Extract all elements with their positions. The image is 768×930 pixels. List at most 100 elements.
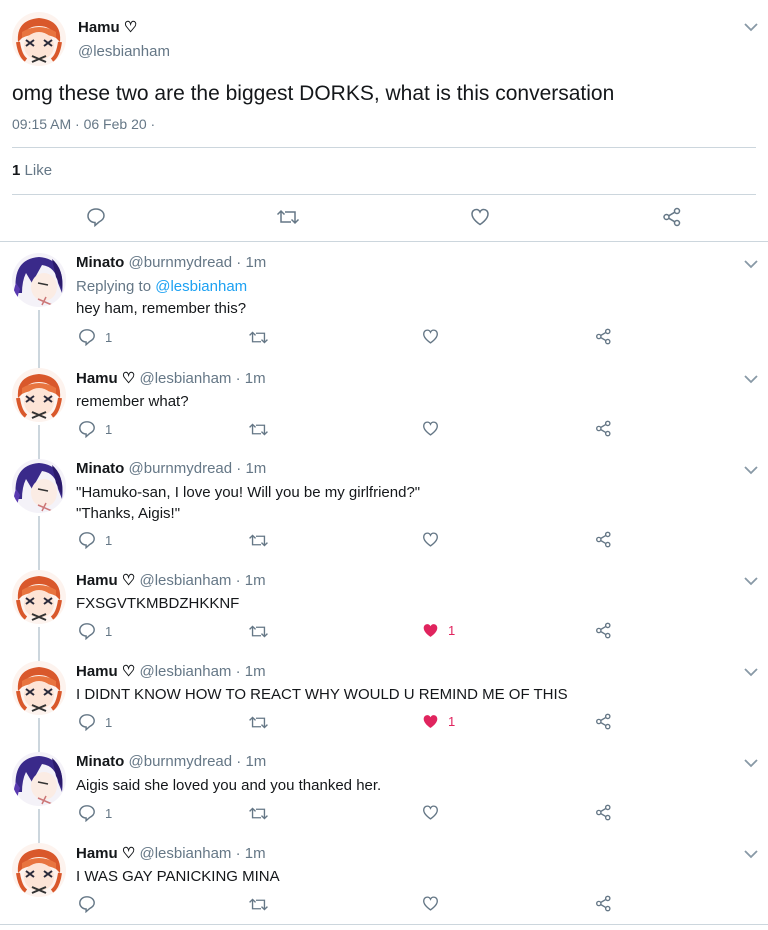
reply-header: Minato @burnmydread · 1m xyxy=(76,254,266,271)
author-handle[interactable]: @lesbianham xyxy=(139,370,231,387)
reply-icon xyxy=(78,328,96,346)
chevron-down-icon[interactable] xyxy=(744,465,758,475)
chevron-down-icon[interactable] xyxy=(744,22,758,32)
reply-icon[interactable] xyxy=(86,207,106,227)
retweet-button[interactable] xyxy=(248,714,269,731)
avatar[interactable] xyxy=(12,752,66,806)
share-button[interactable] xyxy=(595,804,612,821)
thread-connector xyxy=(38,627,40,663)
retweet-button[interactable] xyxy=(248,805,269,822)
reply-header: Minato @burnmydread · 1m xyxy=(76,460,266,477)
reply-button[interactable]: 1 xyxy=(78,420,112,438)
retweet-icon xyxy=(248,421,269,438)
retweet-button[interactable] xyxy=(248,623,269,640)
reply-time[interactable]: · 1m xyxy=(236,753,266,770)
reply-icon xyxy=(78,420,96,438)
like-button[interactable] xyxy=(422,895,448,912)
author-name[interactable]: Minato xyxy=(76,460,124,477)
share-button[interactable] xyxy=(595,713,612,730)
author-handle[interactable]: @burnmydread xyxy=(129,254,233,271)
reply-icon xyxy=(78,895,96,913)
chevron-down-icon[interactable] xyxy=(744,259,758,269)
author-name[interactable]: Hamu ♡ xyxy=(76,370,135,387)
author-handle[interactable]: @lesbianham xyxy=(139,572,231,589)
reply-button[interactable]: 1 xyxy=(78,622,112,640)
replying-to: Replying to @lesbianham xyxy=(76,276,247,297)
like-button[interactable] xyxy=(422,328,448,345)
like-button[interactable] xyxy=(422,531,448,548)
retweet-button[interactable] xyxy=(248,329,269,346)
heart-icon xyxy=(422,622,439,639)
share-button[interactable] xyxy=(595,895,612,912)
chevron-down-icon[interactable] xyxy=(744,667,758,677)
author-name[interactable]: Hamu ♡ xyxy=(76,572,135,589)
author-handle[interactable]: @lesbianham xyxy=(78,43,170,60)
share-button[interactable] xyxy=(595,622,612,639)
reply-button[interactable] xyxy=(78,895,105,913)
thread-connector xyxy=(38,425,40,461)
reply-time[interactable]: · 1m xyxy=(236,845,266,862)
avatar[interactable] xyxy=(12,570,66,624)
chevron-down-icon[interactable] xyxy=(744,849,758,859)
divider xyxy=(0,924,768,925)
author-name[interactable]: Hamu ♡ xyxy=(76,663,135,680)
reply-text: "Hamuko-san, I love you! Will you be my … xyxy=(76,484,421,501)
reply-header: Hamu ♡ @lesbianham · 1m xyxy=(76,369,266,387)
share-button[interactable] xyxy=(595,328,612,345)
author-handle[interactable]: @burnmydread xyxy=(129,460,233,477)
hamu-avatar-image xyxy=(12,843,66,897)
avatar[interactable] xyxy=(12,368,66,422)
like-button[interactable]: 1 xyxy=(422,713,455,730)
reply-button[interactable]: 1 xyxy=(78,713,112,731)
reply-count: 1 xyxy=(105,329,113,345)
retweet-icon xyxy=(248,805,269,822)
reply-time[interactable]: · 1m xyxy=(236,572,266,589)
reply-text: I DIDNT KNOW HOW TO REACT WHY WOULD U RE… xyxy=(76,686,568,703)
author-name[interactable]: Hamu ♡ xyxy=(76,845,135,862)
avatar[interactable] xyxy=(12,12,66,66)
share-icon[interactable] xyxy=(662,207,682,227)
chevron-down-icon[interactable] xyxy=(744,758,758,768)
share-icon xyxy=(595,804,612,821)
share-icon xyxy=(595,895,612,912)
like-button[interactable] xyxy=(422,420,448,437)
chevron-down-icon[interactable] xyxy=(744,576,758,586)
reply-button[interactable]: 1 xyxy=(78,328,112,346)
avatar[interactable] xyxy=(12,253,66,307)
avatar[interactable] xyxy=(12,459,66,513)
like-button[interactable] xyxy=(422,804,448,821)
author-name[interactable]: Minato xyxy=(76,254,124,271)
author-name[interactable]: Hamu ♡ xyxy=(78,18,137,36)
avatar[interactable] xyxy=(12,661,66,715)
replying-to-label: Replying to xyxy=(76,278,152,295)
share-icon xyxy=(595,713,612,730)
share-button[interactable] xyxy=(595,420,612,437)
author-handle[interactable]: @lesbianham xyxy=(139,663,231,680)
share-button[interactable] xyxy=(595,531,612,548)
reply-text: Aigis said she loved you and you thanked… xyxy=(76,777,382,794)
reply-button[interactable]: 1 xyxy=(78,531,112,549)
retweet-button[interactable] xyxy=(248,896,269,913)
reply-time[interactable]: · 1m xyxy=(236,460,266,477)
minato-avatar-image xyxy=(12,253,66,307)
reply-time[interactable]: · 1m xyxy=(236,663,266,680)
replying-to-link[interactable]: @lesbianham xyxy=(155,278,247,295)
avatar[interactable] xyxy=(12,843,66,897)
reply-time[interactable]: · 1m xyxy=(236,254,266,271)
reply-time[interactable]: · 1m xyxy=(236,370,266,387)
author-name[interactable]: Minato xyxy=(76,753,124,770)
reply-button[interactable]: 1 xyxy=(78,804,112,822)
retweet-button[interactable] xyxy=(248,532,269,549)
likes-stat[interactable]: 1 Like xyxy=(12,162,52,179)
like-button[interactable]: 1 xyxy=(422,622,455,639)
retweet-icon xyxy=(248,329,269,346)
author-handle[interactable]: @burnmydread xyxy=(129,753,233,770)
retweet-icon[interactable] xyxy=(276,207,300,227)
author-handle[interactable]: @lesbianham xyxy=(139,845,231,862)
like-count: 1 xyxy=(448,623,456,638)
share-icon xyxy=(595,328,612,345)
retweet-button[interactable] xyxy=(248,421,269,438)
chevron-down-icon[interactable] xyxy=(744,374,758,384)
tweet-timestamp[interactable]: 09:15 AM · 06 Feb 20 · xyxy=(12,116,155,132)
heart-icon[interactable] xyxy=(470,207,490,227)
